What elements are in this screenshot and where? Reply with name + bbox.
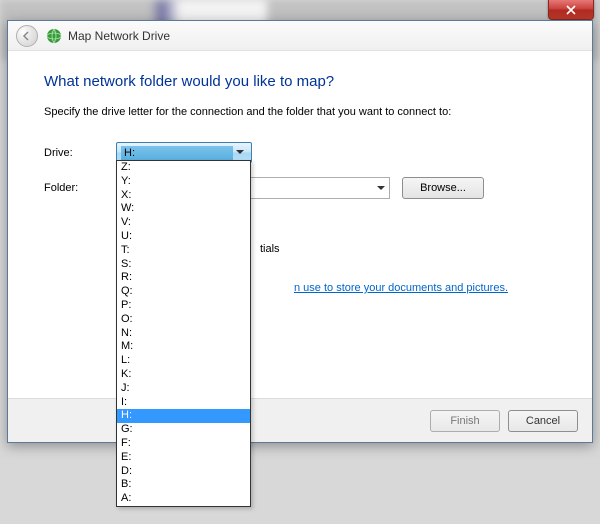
drive-option[interactable]: X: <box>117 189 250 203</box>
drive-option[interactable]: Q: <box>117 285 250 299</box>
drive-option[interactable]: G: <box>117 423 250 437</box>
drive-option[interactable]: P: <box>117 299 250 313</box>
drive-option[interactable]: U: <box>117 230 250 244</box>
close-icon <box>566 5 576 15</box>
drive-option[interactable]: V: <box>117 216 250 230</box>
partial-credentials-text: tials <box>260 243 280 255</box>
drive-option[interactable]: I: <box>117 396 250 410</box>
drive-label: Drive: <box>44 147 116 159</box>
drive-dropdown-list: Z:Y:X:W:V:U:T:S:R:Q:P:O:N:M:L:K:J:I:H:G:… <box>116 160 251 507</box>
drive-option[interactable]: T: <box>117 244 250 258</box>
drive-option[interactable]: N: <box>117 327 250 341</box>
drive-option[interactable]: A: <box>117 492 250 506</box>
drive-option[interactable]: B: <box>117 478 250 492</box>
drive-option[interactable]: D: <box>117 465 250 479</box>
drive-option[interactable]: K: <box>117 368 250 382</box>
browse-button[interactable]: Browse... <box>402 177 484 199</box>
back-button[interactable] <box>16 25 38 47</box>
map-network-drive-dialog: Map Network Drive What network folder wo… <box>7 20 593 443</box>
website-storage-link[interactable]: n use to store your documents and pictur… <box>294 282 508 294</box>
drive-option[interactable]: M: <box>117 340 250 354</box>
window-close-button[interactable] <box>548 0 594 20</box>
drive-option[interactable]: L: <box>117 354 250 368</box>
drive-option[interactable]: F: <box>117 437 250 451</box>
drive-option[interactable]: O: <box>117 313 250 327</box>
drive-selected-value: H: <box>121 146 233 160</box>
drive-option[interactable]: Y: <box>117 175 250 189</box>
dialog-title: Map Network Drive <box>68 29 170 43</box>
main-heading: What network folder would you like to ma… <box>44 73 556 90</box>
finish-button[interactable]: Finish <box>430 410 500 432</box>
drive-option[interactable]: Z: <box>117 161 250 175</box>
folder-label: Folder: <box>44 182 116 194</box>
back-arrow-icon <box>22 31 32 41</box>
instruction-text: Specify the drive letter for the connect… <box>44 106 556 118</box>
drive-option[interactable]: H: <box>117 409 250 423</box>
dialog-header: Map Network Drive <box>8 21 592 51</box>
drive-option[interactable]: W: <box>117 202 250 216</box>
chevron-down-icon <box>377 182 385 194</box>
drive-option[interactable]: E: <box>117 451 250 465</box>
cancel-button[interactable]: Cancel <box>508 410 578 432</box>
drive-option[interactable]: J: <box>117 382 250 396</box>
dialog-footer: Finish Cancel <box>8 398 592 442</box>
chevron-down-icon <box>233 150 247 155</box>
drive-option[interactable]: S: <box>117 258 250 272</box>
network-drive-icon <box>46 28 62 44</box>
dialog-body: What network folder would you like to ma… <box>8 51 592 235</box>
drive-option[interactable]: R: <box>117 271 250 285</box>
